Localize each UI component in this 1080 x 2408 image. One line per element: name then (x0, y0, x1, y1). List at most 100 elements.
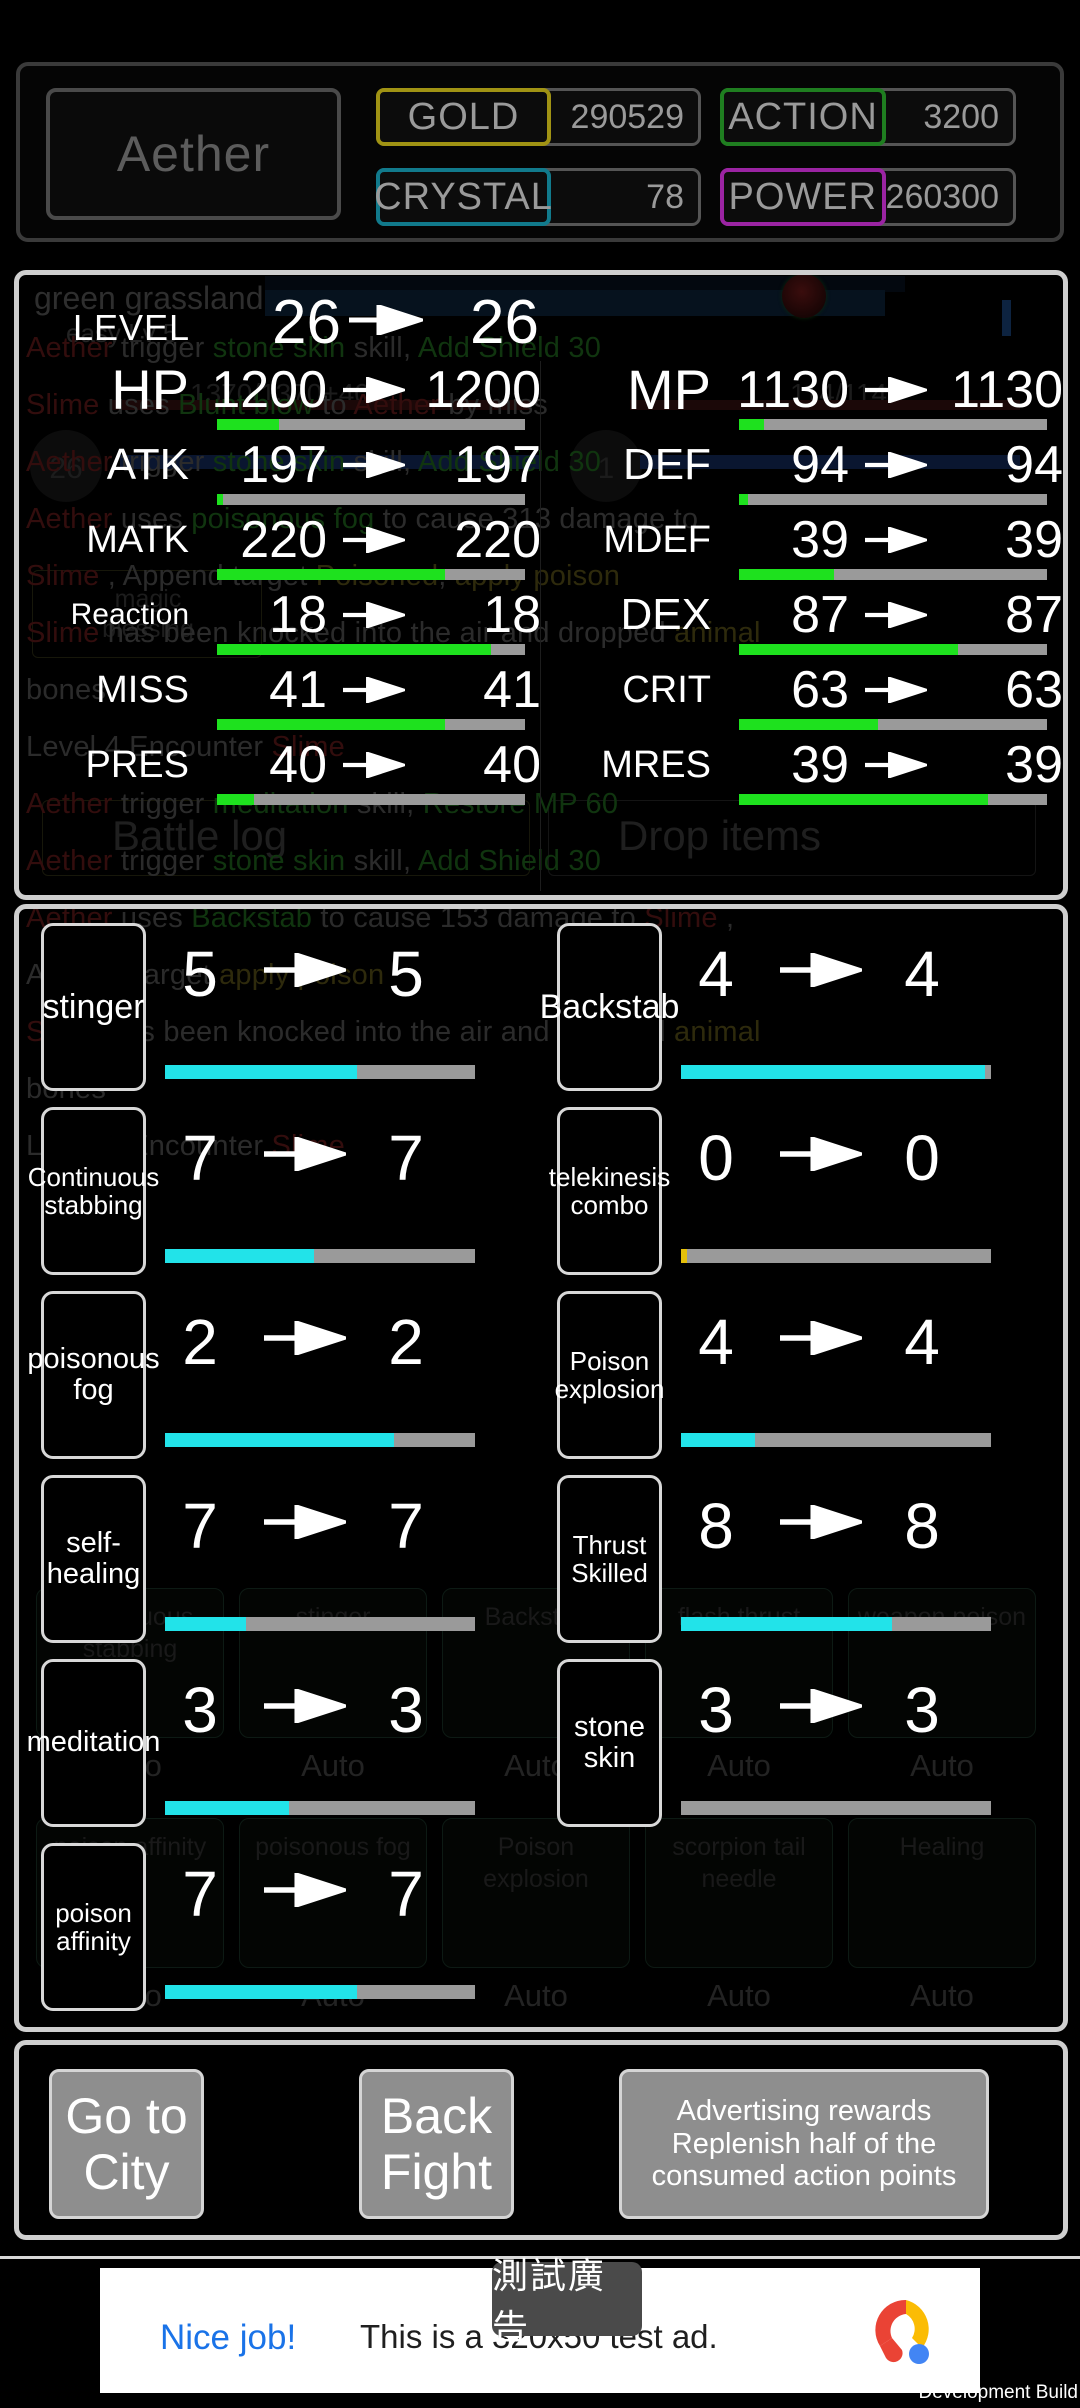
stat-level-label: LEVEL (73, 307, 191, 348)
stat-row-mres: MRES 39 39 (541, 736, 1063, 811)
skill-progress-bar (681, 1801, 991, 1815)
stat-value-from: 39 (791, 736, 849, 794)
skill-progress-bar (681, 1065, 991, 1079)
skill-name-button[interactable]: self-healing (41, 1475, 146, 1643)
stat-progress-bar (217, 644, 525, 655)
skill-cell[interactable]: self-healing 7 7 (27, 1469, 539, 1651)
skill-name-button[interactable]: Thrust Skilled (557, 1475, 662, 1643)
skill-name-button[interactable]: stone skin (557, 1659, 662, 1827)
arrow-right-icon (853, 511, 939, 569)
skill-progress-bar (165, 1617, 475, 1631)
stat-value-from: 18 (269, 586, 327, 644)
skill-cell[interactable]: telekinesis combo 0 0 (543, 1101, 1055, 1283)
skill-cell[interactable]: poison affinity 7 7 (27, 1837, 539, 2019)
skill-name-button[interactable]: poisonous fog (27, 1291, 160, 1459)
skill-progress-bar (681, 1249, 991, 1263)
stat-row-reaction: Reaction 18 18 (19, 586, 541, 661)
stat-progress-bar (739, 419, 1047, 430)
stat-progress-bar (217, 419, 525, 430)
skill-cell[interactable]: Backstab 4 4 (540, 917, 1055, 1099)
stat-label: MRES (601, 744, 711, 786)
resource-power-label: POWER (720, 168, 886, 226)
skill-cell[interactable]: Poison explosion 4 4 (543, 1285, 1055, 1467)
skill-cell[interactable]: Thrust Skilled 8 8 (543, 1469, 1055, 1651)
arrow-right-icon (771, 1689, 871, 1723)
resource-crystal[interactable]: CRYSTAL 78 (374, 168, 701, 226)
stat-label: MDEF (603, 519, 711, 561)
stat-value-to: 39 (1005, 511, 1063, 569)
stat-progress-bar (217, 494, 525, 505)
stat-value-from: 39 (791, 511, 849, 569)
arrow-right-icon (853, 436, 939, 494)
skill-level-from: 3 (698, 1674, 734, 1746)
arrow-right-icon (853, 736, 939, 794)
stat-row-def: DEF 94 94 (541, 436, 1063, 511)
arrow-right-icon (771, 1321, 871, 1355)
resource-gold-label: GOLD (376, 88, 551, 146)
stat-label: MISS (96, 669, 189, 711)
skill-cell[interactable]: Continuous stabbing 7 7 (27, 1101, 539, 1283)
stat-label: CRIT (622, 669, 711, 711)
skill-progress-bar (165, 1985, 475, 1999)
arrow-right-icon (331, 661, 417, 719)
stat-row-hp: HP 1200 1200 (19, 361, 541, 436)
skill-progress-bar (165, 1065, 475, 1079)
skill-cell[interactable]: stone skin 3 3 (543, 1653, 1055, 1835)
skill-name-button[interactable]: Backstab (540, 923, 679, 1091)
stat-label: MATK (86, 519, 189, 561)
ad-reward-button[interactable]: Advertising rewards Replenish half of th… (619, 2069, 989, 2219)
stat-value-from: 220 (240, 511, 327, 569)
resource-power[interactable]: POWER 260300 (720, 168, 1016, 226)
stats-column-left: HP 1200 1200 ATK 197 197 MATK 220 220 Reaction 18 1… (19, 361, 541, 891)
ad-banner[interactable]: Nice job! This is a 320x50 test ad. 測試廣告 (100, 2255, 980, 2393)
resource-crystal-value: 78 (646, 177, 684, 216)
stat-row-mdef: MDEF 39 39 (541, 511, 1063, 586)
skill-name-button[interactable]: Poison explosion (555, 1291, 664, 1459)
skill-level-to: 5 (388, 938, 424, 1010)
stat-progress-bar (217, 569, 525, 580)
stat-row-mp: MP 1130 1130 (541, 361, 1063, 436)
resource-action[interactable]: ACTION 3200 (720, 88, 1016, 146)
arrow-right-icon (255, 953, 355, 987)
arrow-right-icon (331, 586, 417, 644)
stat-row-pres: PRES 40 40 (19, 736, 541, 811)
arrow-right-icon (255, 1505, 355, 1539)
back-fight-button[interactable]: Back Fight (359, 2069, 514, 2219)
arrow-right-icon (341, 305, 431, 335)
skill-progress-bar (165, 1433, 475, 1447)
go-to-city-button[interactable]: Go to City (49, 2069, 204, 2219)
arrow-right-icon (331, 511, 417, 569)
skill-name-button[interactable]: meditation (27, 1659, 160, 1827)
skill-cell[interactable]: meditation 3 3 (27, 1653, 539, 1835)
action-button-panel: Go to City Back Fight Advertising reward… (14, 2040, 1068, 2240)
ad-cta-link[interactable]: Nice job! (160, 2318, 296, 2358)
stat-value-from: 1130 (737, 361, 849, 419)
skill-name-button[interactable]: Continuous stabbing (28, 1107, 159, 1275)
stat-value-from: 41 (269, 661, 327, 719)
stat-label: MP (627, 358, 711, 421)
stat-progress-bar (739, 719, 1047, 730)
skill-cell[interactable]: stinger 5 5 (27, 917, 539, 1099)
stat-label: ATK (106, 440, 189, 489)
stat-progress-bar (739, 644, 1047, 655)
stat-value-from: 1200 (211, 361, 327, 419)
skill-name-button[interactable]: poison affinity (41, 1843, 146, 2011)
stat-value-to: 87 (1005, 586, 1063, 644)
player-name-box[interactable]: Aether (46, 88, 341, 220)
skill-level-to: 4 (904, 1306, 940, 1378)
skills-panel: stinger 5 5 Backstab 4 4 Continuous stabbing 7 7… (14, 904, 1068, 2032)
resource-action-label: ACTION (720, 88, 886, 146)
skill-level-from: 5 (182, 938, 218, 1010)
skill-level-from: 7 (182, 1490, 218, 1562)
skill-level-to: 7 (388, 1858, 424, 1930)
skill-name-button[interactable]: stinger (41, 923, 146, 1091)
resource-gold[interactable]: GOLD 290529 (376, 88, 701, 146)
skill-name-button[interactable]: telekinesis combo (549, 1107, 670, 1275)
stat-row-crit: CRIT 63 63 (541, 661, 1063, 736)
arrow-right-icon (331, 361, 417, 419)
development-build-watermark: Development Build (918, 2382, 1078, 2403)
ad-test-badge: 測試廣告 (492, 2255, 642, 2348)
stat-row-matk: MATK 220 220 (19, 511, 541, 586)
arrow-right-icon (255, 1873, 355, 1907)
skill-cell[interactable]: poisonous fog 2 2 (27, 1285, 539, 1467)
